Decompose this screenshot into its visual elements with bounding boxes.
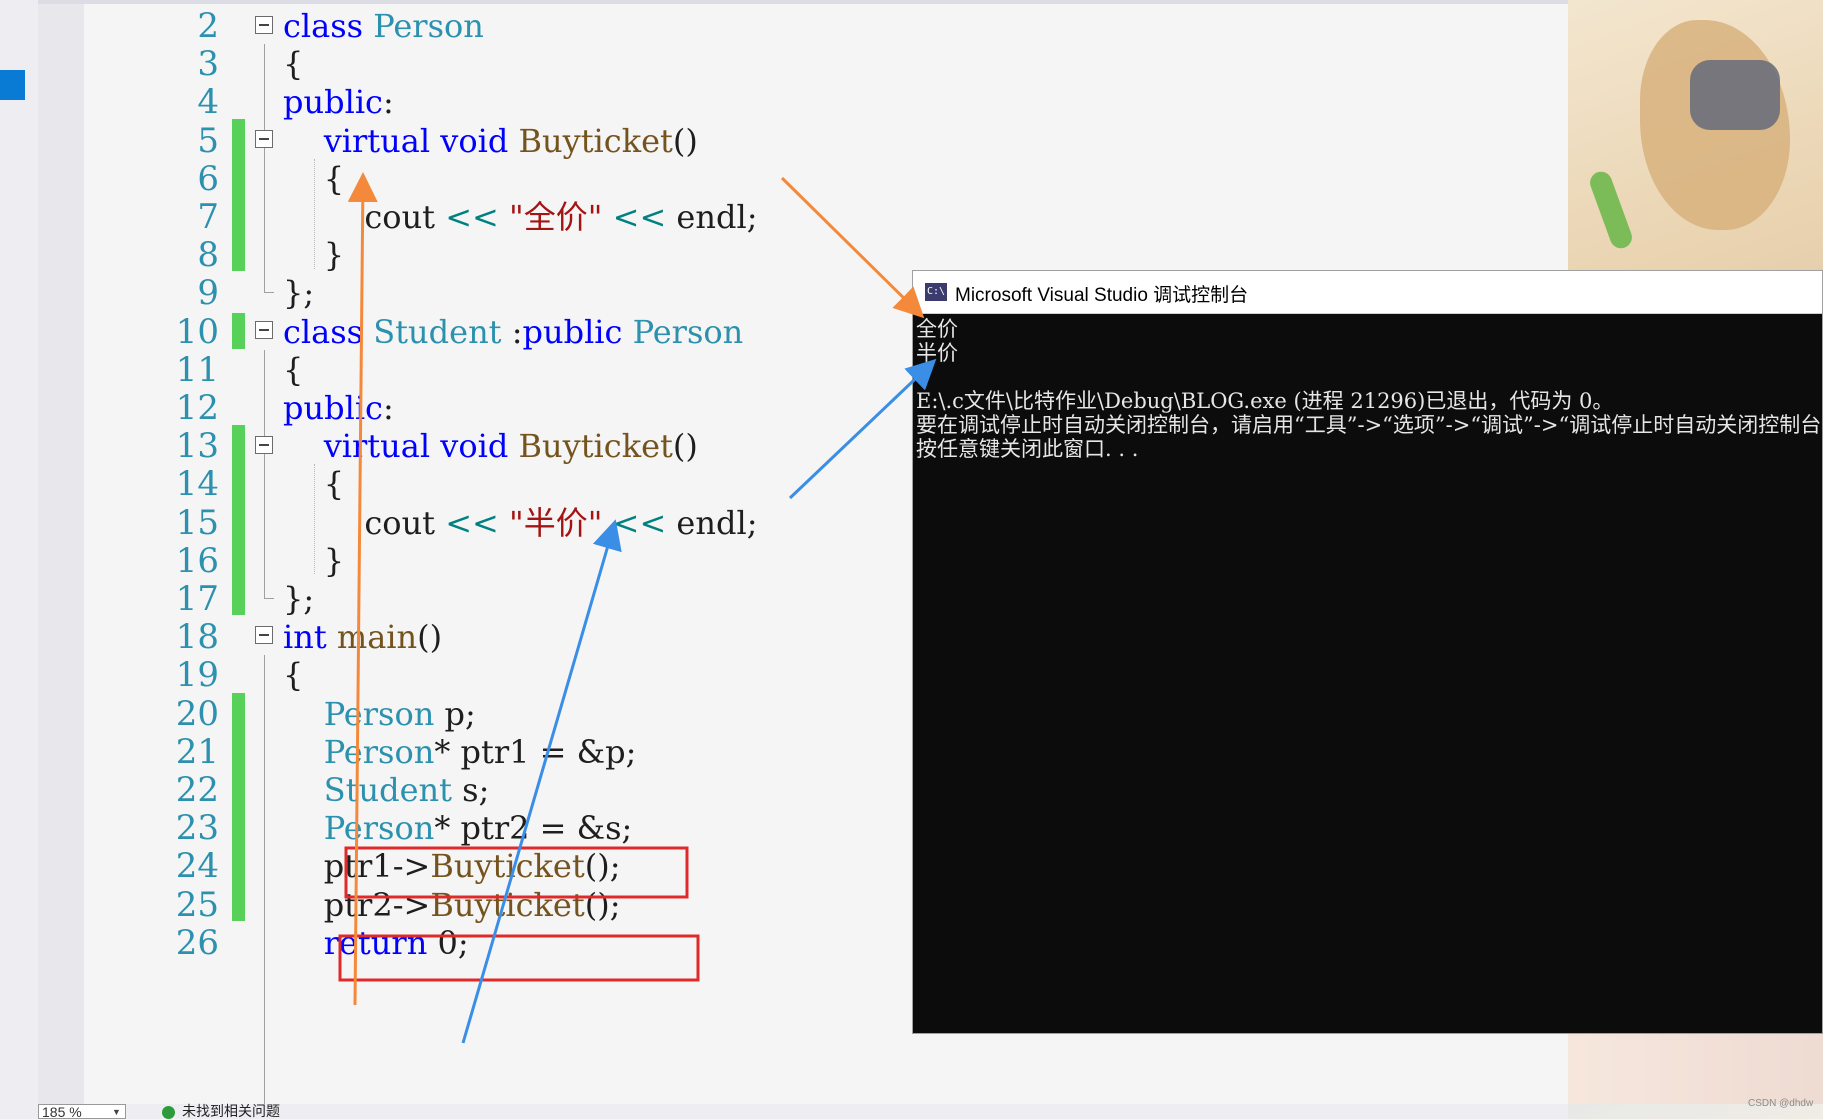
- code-token: Buyticket: [430, 847, 585, 886]
- code-token: (): [672, 427, 698, 466]
- code-token: int: [283, 618, 337, 657]
- watermark: CSDN @dhdw: [1748, 1098, 1814, 1109]
- code-token: Buyticket: [518, 121, 673, 160]
- code-token: :: [382, 389, 394, 427]
- wallpaper-illustration-bottom: [1568, 1034, 1823, 1104]
- code-token: };: [283, 580, 315, 618]
- code-token: Person: [323, 809, 435, 848]
- code-token: ();: [584, 885, 621, 924]
- line-number: 26: [175, 922, 219, 963]
- code-token: (): [672, 121, 698, 160]
- check-circle-icon: [162, 1106, 175, 1119]
- code-token: <<: [445, 503, 499, 542]
- dropdown-arrow-icon[interactable]: ▼: [112, 1107, 121, 1117]
- code-token: }: [283, 236, 345, 275]
- code-token: * ptr1 = &p;: [434, 732, 637, 771]
- code-token: return: [323, 923, 438, 962]
- code-token: Person: [373, 7, 484, 45]
- wallpaper-illustration-cloth: [1690, 60, 1780, 130]
- code-token: class: [283, 7, 374, 45]
- code-token: };: [283, 274, 315, 313]
- code-token: <<: [612, 503, 667, 542]
- code-token: Buyticket: [518, 427, 673, 466]
- code-token: endl;: [666, 503, 758, 542]
- code-token: {: [283, 656, 304, 695]
- code-token: Person: [323, 732, 435, 771]
- code-token: s;: [451, 771, 490, 809]
- editor-selection-margin: [38, 0, 84, 1104]
- code-token: ();: [584, 847, 621, 886]
- left-selection-marker[interactable]: [0, 70, 25, 100]
- console-app-icon: C:\: [925, 283, 947, 301]
- console-output[interactable]: 全价 半价 E:\.c文件\比特作业\Debug\BLOG.exe (进程 21…: [916, 317, 1822, 1033]
- code-token: <<: [612, 198, 667, 236]
- code-token: public: [522, 312, 633, 351]
- code-token: Student: [323, 771, 452, 809]
- code-token: 0;: [437, 923, 469, 962]
- code-token: cout: [283, 198, 446, 236]
- console-line: 半价: [916, 341, 958, 365]
- code-token: p;: [434, 694, 476, 733]
- code-token: }: [283, 541, 345, 580]
- code-token: :: [501, 312, 523, 351]
- code-token: "半价": [509, 503, 603, 542]
- code-token: (): [417, 618, 443, 657]
- left-tool-strip: [0, 0, 38, 1119]
- code-token: Person: [323, 694, 435, 733]
- code-token: {: [283, 465, 345, 504]
- code-token: * ptr2 = &s;: [434, 809, 633, 848]
- code-token: Student: [373, 312, 502, 351]
- console-line: 按任意键关闭此窗口. . .: [916, 437, 1139, 461]
- code-token: virtual void: [323, 121, 519, 160]
- console-line: E:\.c文件\比特作业\Debug\BLOG.exe (进程 21296)已退…: [916, 389, 1614, 413]
- code-token: {: [283, 45, 304, 84]
- console-line: 要在调试停止时自动关闭控制台，请启用“工具”->“选项”->“调试”->“调试停…: [916, 413, 1822, 437]
- code-token: class: [283, 312, 374, 351]
- code-token: main: [336, 618, 418, 657]
- code-token: cout: [283, 503, 446, 542]
- code-token: public: [283, 389, 383, 427]
- code-token: endl;: [666, 198, 758, 236]
- console-titlebar[interactable]: C:\ Microsoft Visual Studio 调试控制台: [913, 271, 1822, 314]
- code-token: "全价": [509, 198, 603, 236]
- issues-status-text[interactable]: 未找到相关问题: [182, 1104, 280, 1119]
- code-token: public: [283, 83, 383, 122]
- code-token: :: [382, 83, 394, 122]
- debug-console-window[interactable]: C:\ Microsoft Visual Studio 调试控制台 全价 半价 …: [912, 270, 1823, 1034]
- code-token: virtual void: [323, 427, 519, 466]
- console-line: 全价: [916, 317, 958, 341]
- code-text[interactable]: return 0;: [283, 921, 469, 965]
- code-token: Buyticket: [430, 885, 585, 924]
- console-title: Microsoft Visual Studio 调试控制台: [955, 285, 1249, 306]
- code-token: Person: [632, 312, 744, 351]
- code-token: {: [283, 350, 304, 389]
- code-token: {: [283, 159, 345, 198]
- code-token: ptr2->: [283, 885, 431, 924]
- code-token: ptr1->: [283, 847, 431, 886]
- code-token: <<: [445, 198, 499, 236]
